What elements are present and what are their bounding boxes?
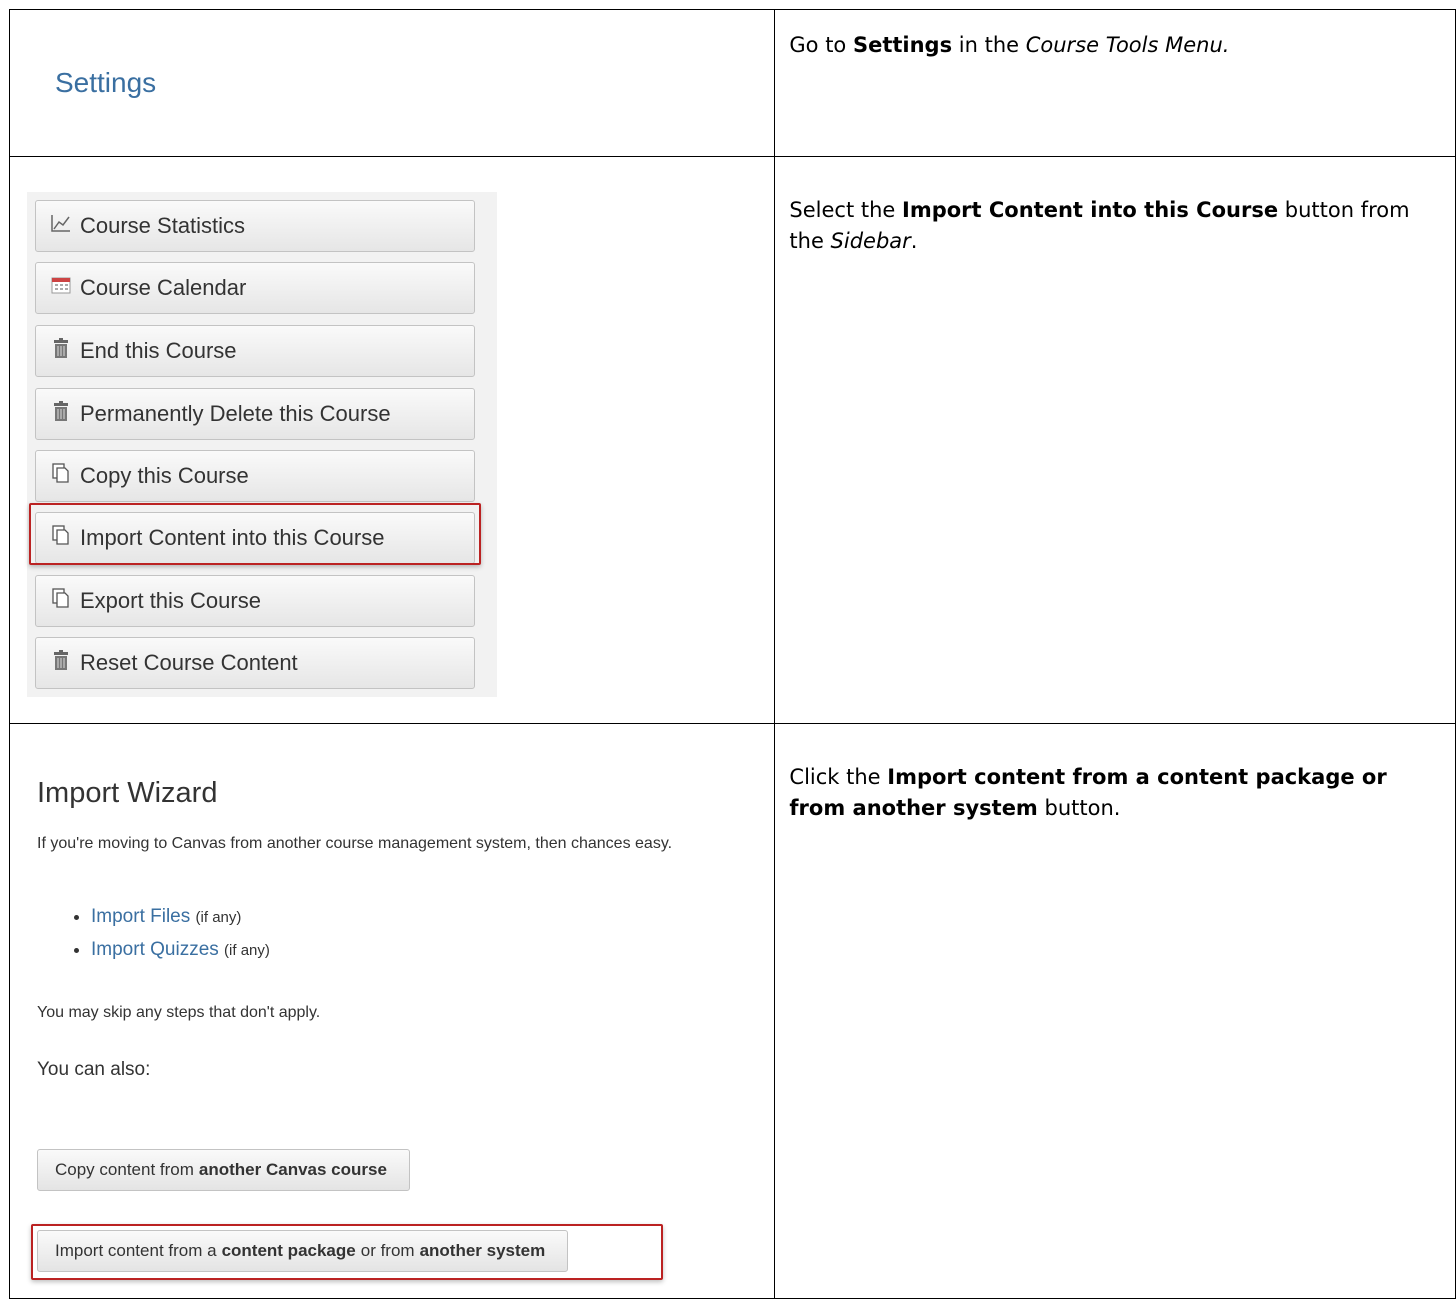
step-1-instruction: Go to Settings in the Course Tools Menu. bbox=[789, 33, 1230, 57]
wizard-title: Import Wizard bbox=[37, 777, 218, 809]
import-package-highlight-box bbox=[31, 1224, 663, 1280]
step-1-instruction-cell: Go to Settings in the Course Tools Menu. bbox=[774, 9, 1456, 157]
wizard-steps-list: Import Files (if any) Import Quizzes (if… bbox=[77, 901, 270, 967]
delete-course-button[interactable]: Permanently Delete this Course bbox=[35, 388, 475, 440]
trash-icon bbox=[50, 401, 72, 427]
trash-icon bbox=[50, 650, 72, 676]
reset-course-button[interactable]: Reset Course Content bbox=[35, 637, 475, 689]
course-statistics-button[interactable]: Course Statistics bbox=[35, 200, 475, 252]
export-course-button[interactable]: Export this Course bbox=[35, 575, 475, 627]
import-highlight-box bbox=[29, 503, 481, 565]
settings-link[interactable]: Settings bbox=[55, 67, 156, 99]
also-label: You can also: bbox=[37, 1059, 151, 1080]
copy-icon bbox=[50, 463, 72, 489]
end-course-button[interactable]: End this Course bbox=[35, 325, 475, 377]
delete-course-label: Permanently Delete this Course bbox=[80, 401, 391, 426]
list-item: Import Files (if any) bbox=[91, 901, 270, 934]
course-calendar-label: Course Calendar bbox=[80, 275, 247, 300]
step-2-instruction-cell: Select the Import Content into this Cour… bbox=[774, 156, 1456, 724]
chart-icon bbox=[50, 214, 72, 238]
steps-table: Settings Go to Settings in the Course To… bbox=[8, 9, 1456, 1299]
export-course-label: Export this Course bbox=[80, 588, 261, 613]
step-row-3: Import Wizard If you're moving to Canvas… bbox=[8, 723, 1456, 1299]
copy-icon bbox=[50, 588, 72, 614]
import-quizzes-link[interactable]: Import Quizzes bbox=[91, 939, 219, 960]
reset-course-label: Reset Course Content bbox=[80, 650, 298, 675]
course-calendar-button[interactable]: Course Calendar bbox=[35, 262, 475, 314]
step-row-2: Course Statistics Course Calendar End th… bbox=[8, 156, 1456, 724]
step-2-image-cell: Course Statistics Course Calendar End th… bbox=[8, 156, 776, 724]
end-course-label: End this Course bbox=[80, 338, 237, 363]
copy-course-label: Copy this Course bbox=[80, 463, 249, 488]
import-files-link[interactable]: Import Files bbox=[91, 906, 190, 927]
step-3-instruction-cell: Click the Import content from a content … bbox=[774, 723, 1456, 1299]
step-3-instruction: Click the Import content from a content … bbox=[789, 765, 1387, 820]
calendar-icon bbox=[50, 276, 72, 300]
step-1-image-cell: Settings bbox=[8, 9, 776, 157]
step-3-image-cell: Import Wizard If you're moving to Canvas… bbox=[8, 723, 776, 1299]
step-2-instruction: Select the Import Content into this Cour… bbox=[789, 198, 1410, 253]
wizard-intro: If you're moving to Canvas from another … bbox=[37, 835, 673, 852]
copy-course-button[interactable]: Copy this Course bbox=[35, 450, 475, 502]
course-sidebar: Course Statistics Course Calendar End th… bbox=[27, 192, 497, 697]
step-row-1: Settings Go to Settings in the Course To… bbox=[8, 9, 1456, 157]
list-item: Import Quizzes (if any) bbox=[91, 934, 270, 967]
skip-note: You may skip any steps that don't apply. bbox=[37, 1004, 321, 1021]
copy-canvas-course-button[interactable]: Copy content from another Canvas course bbox=[37, 1149, 410, 1191]
course-statistics-label: Course Statistics bbox=[80, 213, 246, 238]
trash-icon bbox=[50, 338, 72, 364]
